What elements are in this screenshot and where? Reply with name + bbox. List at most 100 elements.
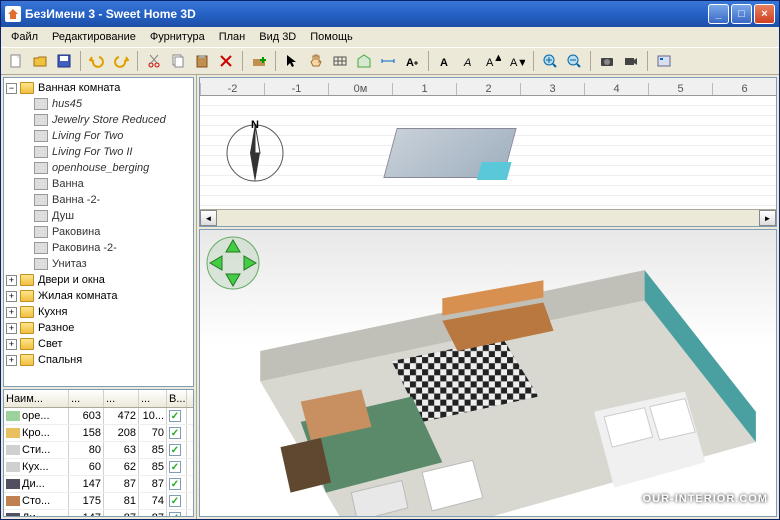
tree-root[interactable]: −Ванная комната xyxy=(6,80,191,96)
tree-item[interactable]: Ванна xyxy=(6,176,191,192)
close-button[interactable]: × xyxy=(754,4,775,24)
room-icon[interactable] xyxy=(353,50,375,72)
text-icon[interactable]: A xyxy=(401,50,423,72)
select-icon[interactable] xyxy=(281,50,303,72)
expand-icon[interactable]: + xyxy=(6,291,17,302)
tree-item[interactable]: Living For Two II xyxy=(6,144,191,160)
ruler-tick: -1 xyxy=(264,83,328,95)
tree-item[interactable]: Унитаз xyxy=(6,256,191,272)
visibility-checkbox[interactable]: ✓ xyxy=(169,512,181,516)
tree-item-label: hus45 xyxy=(52,98,82,110)
tree-category[interactable]: +Спальня xyxy=(6,352,191,368)
ruler-tick: -2 xyxy=(200,83,264,95)
menu-edit[interactable]: Редактирование xyxy=(46,29,142,45)
col-visible[interactable]: В... xyxy=(167,390,187,407)
cell-height: 70 xyxy=(139,425,167,441)
furniture-table[interactable]: Наим... ... ... ... В... ope...60347210.… xyxy=(3,389,194,517)
menu-help[interactable]: Помощь xyxy=(304,29,359,45)
maximize-button[interactable]: □ xyxy=(731,4,752,24)
table-row[interactable]: Кух...606285✓ xyxy=(4,459,193,476)
collapse-icon[interactable]: − xyxy=(6,83,17,94)
visibility-checkbox[interactable]: ✓ xyxy=(169,444,181,456)
zoom-out-icon[interactable] xyxy=(563,50,585,72)
col-width[interactable]: ... xyxy=(69,390,104,407)
tree-item[interactable]: Jewelry Store Reduced xyxy=(6,112,191,128)
menu-file[interactable]: Файл xyxy=(5,29,44,45)
visibility-checkbox[interactable]: ✓ xyxy=(169,461,181,473)
new-icon[interactable] xyxy=(5,50,27,72)
tree-item[interactable]: Раковина -2- xyxy=(6,240,191,256)
tree-category[interactable]: + Разное xyxy=(6,320,191,336)
italic-icon[interactable]: A xyxy=(458,50,480,72)
col-height[interactable]: ... xyxy=(139,390,167,407)
table-row[interactable]: Ди...1478787✓ xyxy=(4,476,193,493)
tree-item[interactable]: Раковина xyxy=(6,224,191,240)
menu-plan[interactable]: План xyxy=(213,29,252,45)
table-row[interactable]: Сто...1758174✓ xyxy=(4,493,193,510)
expand-icon[interactable]: + xyxy=(6,355,17,366)
table-row[interactable]: Сти...806385✓ xyxy=(4,442,193,459)
cut-icon[interactable] xyxy=(143,50,165,72)
pan-icon[interactable] xyxy=(305,50,327,72)
furniture-icon xyxy=(34,194,48,206)
zoom-in-icon[interactable] xyxy=(539,50,561,72)
tree-category[interactable]: +Кухня xyxy=(6,304,191,320)
tree-category-label: Разное xyxy=(38,322,74,334)
table-row[interactable]: Кро...15820870✓ xyxy=(4,425,193,442)
redo-icon[interactable] xyxy=(110,50,132,72)
wall-icon[interactable] xyxy=(329,50,351,72)
table-row[interactable]: ope...60347210...✓ xyxy=(4,408,193,425)
compass-icon[interactable]: N xyxy=(220,118,290,188)
open-icon[interactable] xyxy=(29,50,51,72)
undo-icon[interactable] xyxy=(86,50,108,72)
visibility-checkbox[interactable]: ✓ xyxy=(169,478,181,490)
col-name[interactable]: Наим... xyxy=(4,390,69,407)
font-inc-icon[interactable]: A▲ xyxy=(482,50,504,72)
bold-icon[interactable]: A xyxy=(434,50,456,72)
plan-view[interactable]: -2-10м123456 N ◄ ► xyxy=(199,77,777,227)
tree-item-label: Living For Two xyxy=(52,130,123,142)
tree-item[interactable]: Living For Two xyxy=(6,128,191,144)
scroll-right-icon[interactable]: ► xyxy=(759,210,776,226)
visibility-checkbox[interactable]: ✓ xyxy=(169,410,181,422)
tree-category[interactable]: +Двери и окна xyxy=(6,272,191,288)
tree-item[interactable]: Ванна -2- xyxy=(6,192,191,208)
preferences-icon[interactable] xyxy=(653,50,675,72)
save-icon[interactable] xyxy=(53,50,75,72)
col-depth[interactable]: ... xyxy=(104,390,139,407)
rendered-floorplan xyxy=(240,260,766,517)
view-3d[interactable]: OUR-INTERIOR.COM xyxy=(199,229,777,517)
table-row[interactable]: Ди...1478787✓ xyxy=(4,510,193,516)
expand-icon[interactable]: + xyxy=(6,307,17,318)
furniture-icon xyxy=(34,210,48,222)
ruler-tick: 4 xyxy=(584,83,648,95)
visibility-checkbox[interactable]: ✓ xyxy=(169,495,181,507)
tree-item[interactable]: Душ xyxy=(6,208,191,224)
menu-furniture[interactable]: Фурнитура xyxy=(144,29,211,45)
expand-icon[interactable]: + xyxy=(6,275,17,286)
menu-view3d[interactable]: Вид 3D xyxy=(253,29,302,45)
visibility-checkbox[interactable]: ✓ xyxy=(169,427,181,439)
add-furniture-icon[interactable] xyxy=(248,50,270,72)
dimension-icon[interactable] xyxy=(377,50,399,72)
font-dec-icon[interactable]: A▼ xyxy=(506,50,528,72)
tree-item[interactable]: hus45 xyxy=(6,96,191,112)
minimize-button[interactable]: _ xyxy=(708,4,729,24)
tree-item[interactable]: openhouse_berging xyxy=(6,160,191,176)
scrollbar-horizontal[interactable]: ◄ ► xyxy=(200,209,776,226)
furniture-icon xyxy=(34,226,48,238)
delete-icon[interactable] xyxy=(215,50,237,72)
row-icon xyxy=(6,496,20,506)
camera-icon[interactable] xyxy=(596,50,618,72)
copy-icon[interactable] xyxy=(167,50,189,72)
cell-height: 10... xyxy=(139,408,167,424)
video-icon[interactable] xyxy=(620,50,642,72)
paste-icon[interactable] xyxy=(191,50,213,72)
furniture-tree[interactable]: −Ванная комната hus45 Jewelry Store Reduc… xyxy=(3,77,194,387)
expand-icon[interactable]: + xyxy=(6,323,17,334)
scroll-left-icon[interactable]: ◄ xyxy=(200,210,217,226)
tree-category[interactable]: +Жилая комната xyxy=(6,288,191,304)
expand-icon[interactable]: + xyxy=(6,339,17,350)
tree-category[interactable]: +Свет xyxy=(6,336,191,352)
tree-item-label: Ванна xyxy=(52,178,84,190)
